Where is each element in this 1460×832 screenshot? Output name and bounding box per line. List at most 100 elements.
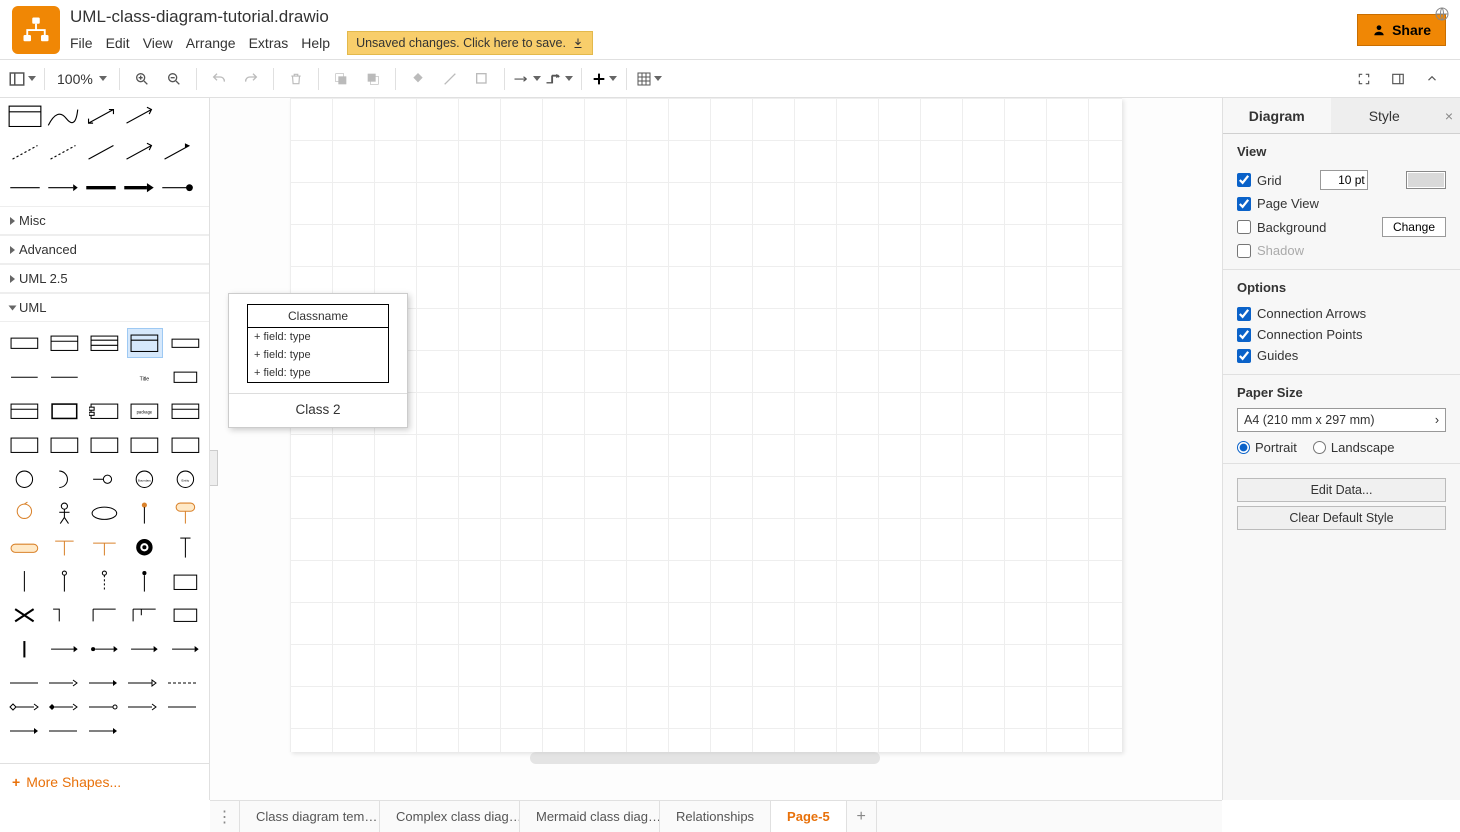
uml-shape[interactable] <box>167 566 203 596</box>
uml-shape[interactable] <box>46 464 82 494</box>
change-background-button[interactable]: Change <box>1382 217 1446 237</box>
shape-thumb[interactable] <box>8 102 42 130</box>
category-uml25[interactable]: UML 2.5 <box>0 264 209 293</box>
page-tab[interactable]: Complex class diag… <box>380 801 520 832</box>
app-logo[interactable] <box>12 6 60 54</box>
sidebar-collapse-handle[interactable] <box>210 450 218 486</box>
grid-checkbox[interactable] <box>1237 173 1251 187</box>
collapse-button[interactable] <box>1418 65 1446 93</box>
category-uml[interactable]: UML <box>0 293 209 322</box>
uml-shape[interactable] <box>6 464 42 494</box>
uml-shape[interactable] <box>167 396 203 426</box>
uml-shape[interactable]: package <box>127 396 163 426</box>
shape-thumb[interactable] <box>160 138 194 166</box>
fullscreen-button[interactable] <box>1350 65 1378 93</box>
shape-thumb[interactable] <box>8 138 42 166</box>
uml-connector[interactable] <box>47 722 82 740</box>
uml-shape[interactable] <box>86 600 122 630</box>
shape-thumb[interactable] <box>46 174 80 202</box>
table-button[interactable] <box>635 65 663 93</box>
uml-shape[interactable] <box>6 328 42 358</box>
uml-shape[interactable] <box>127 498 163 528</box>
shape-thumb[interactable] <box>122 102 156 130</box>
uml-shape[interactable] <box>127 566 163 596</box>
close-panel-button[interactable]: × <box>1438 98 1460 133</box>
share-button[interactable]: Share <box>1357 14 1446 46</box>
uml-shape[interactable] <box>46 600 82 630</box>
uml-shape[interactable] <box>167 600 203 630</box>
canvas[interactable]: Classname + field: type + field: type + … <box>210 98 1222 800</box>
uml-connector[interactable] <box>47 674 82 692</box>
redo-button[interactable] <box>237 65 265 93</box>
waypoint-button[interactable] <box>545 65 573 93</box>
page-menu-button[interactable]: ⋮ <box>210 801 240 832</box>
fill-color-button[interactable] <box>404 65 432 93</box>
shape-thumb[interactable] <box>46 138 80 166</box>
edit-data-button[interactable]: Edit Data... <box>1237 478 1446 502</box>
uml-shape[interactable] <box>167 634 203 664</box>
more-shapes-button[interactable]: +More Shapes... <box>0 763 209 800</box>
uml-shape[interactable] <box>6 532 42 562</box>
uml-connector[interactable] <box>87 722 122 740</box>
insert-button[interactable] <box>590 65 618 93</box>
uml-shape[interactable] <box>46 328 82 358</box>
uml-shape[interactable] <box>167 430 203 460</box>
uml-shape[interactable] <box>6 430 42 460</box>
uml-shape[interactable] <box>167 362 203 392</box>
menu-edit[interactable]: Edit <box>106 33 143 53</box>
uml-connector[interactable] <box>166 674 201 692</box>
canvas-page[interactable] <box>290 98 1122 752</box>
landscape-radio[interactable] <box>1313 441 1326 454</box>
uml-connector[interactable] <box>166 698 201 716</box>
undo-button[interactable] <box>205 65 233 93</box>
uml-shape[interactable] <box>6 566 42 596</box>
uml-shape-class2[interactable] <box>127 328 163 358</box>
background-checkbox[interactable] <box>1237 220 1251 234</box>
guides-checkbox[interactable] <box>1237 349 1251 363</box>
uml-shape[interactable] <box>6 634 42 664</box>
conn-points-checkbox[interactable] <box>1237 328 1251 342</box>
delete-button[interactable] <box>282 65 310 93</box>
uml-shape[interactable] <box>86 532 122 562</box>
uml-shape[interactable] <box>46 498 82 528</box>
uml-shape[interactable] <box>86 566 122 596</box>
uml-shape[interactable]: Boundary <box>127 464 163 494</box>
shadow-checkbox[interactable] <box>1237 244 1251 258</box>
clear-default-style-button[interactable]: Clear Default Style <box>1237 506 1446 530</box>
menu-arrange[interactable]: Arrange <box>186 33 249 53</box>
uml-shape[interactable] <box>86 328 122 358</box>
uml-shape[interactable] <box>46 634 82 664</box>
pageview-checkbox[interactable] <box>1237 197 1251 211</box>
shape-thumb[interactable] <box>46 102 80 130</box>
uml-connector[interactable] <box>126 698 161 716</box>
uml-shape[interactable] <box>167 498 203 528</box>
uml-shape[interactable] <box>167 532 203 562</box>
page-tab[interactable]: Class diagram tem… <box>240 801 380 832</box>
document-title[interactable]: UML-class-diagram-tutorial.drawio <box>70 5 1357 27</box>
to-front-button[interactable] <box>327 65 355 93</box>
shadow-button[interactable] <box>468 65 496 93</box>
menu-view[interactable]: View <box>143 33 186 53</box>
uml-shape[interactable]: Entity <box>167 464 203 494</box>
uml-connector[interactable] <box>87 698 122 716</box>
uml-shape[interactable] <box>86 362 122 392</box>
grid-size-input[interactable] <box>1320 170 1368 190</box>
tab-style[interactable]: Style <box>1331 98 1439 133</box>
uml-shape[interactable] <box>127 634 163 664</box>
shape-thumb[interactable] <box>122 138 156 166</box>
uml-shape[interactable] <box>86 634 122 664</box>
zoom-in-button[interactable] <box>128 65 156 93</box>
save-pill[interactable]: Unsaved changes. Click here to save. <box>347 31 593 55</box>
uml-shape[interactable] <box>167 328 203 358</box>
uml-shape[interactable] <box>86 498 122 528</box>
grid-color-swatch[interactable] <box>1406 171 1446 189</box>
menu-file[interactable]: File <box>70 33 106 53</box>
uml-shape[interactable] <box>127 532 163 562</box>
uml-shape[interactable] <box>86 396 122 426</box>
uml-shape[interactable] <box>46 396 82 426</box>
category-misc[interactable]: Misc <box>0 206 209 235</box>
tab-diagram[interactable]: Diagram <box>1223 98 1331 133</box>
uml-connector[interactable] <box>47 698 82 716</box>
uml-connector[interactable] <box>8 698 43 716</box>
sidebar-toggle-button[interactable] <box>8 65 36 93</box>
